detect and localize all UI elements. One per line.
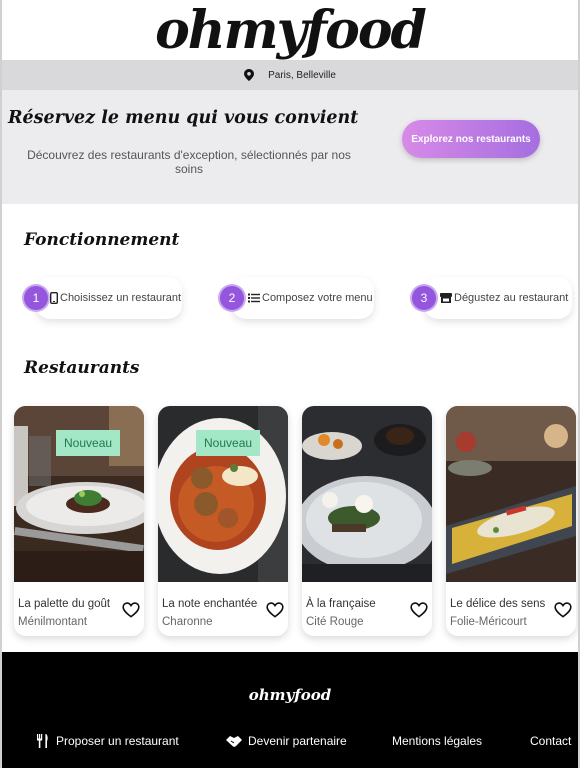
heart-icon[interactable] bbox=[410, 602, 428, 618]
step-label: Composez votre menu bbox=[262, 292, 373, 304]
handshake-icon bbox=[226, 736, 242, 747]
footer-link-label: Mentions légales bbox=[392, 734, 483, 748]
list-icon bbox=[248, 293, 260, 303]
footer-link-label: Contact bbox=[530, 734, 572, 748]
location-text: Paris, Belleville bbox=[268, 69, 336, 81]
store-icon bbox=[440, 293, 452, 303]
how-it-works-title: Fonctionnement bbox=[24, 230, 180, 250]
restaurant-area: Cité Rouge bbox=[306, 616, 364, 628]
mobile-phone-icon bbox=[50, 292, 58, 304]
step-number-2: 2 bbox=[220, 286, 244, 310]
site-header: ohmyfood bbox=[0, 0, 580, 61]
footer-link-legal[interactable]: Mentions légales bbox=[392, 734, 482, 748]
restaurant-name: La note enchantée bbox=[162, 598, 258, 610]
site-footer: ohmyfood Proposer un restaurant Devenir … bbox=[0, 652, 580, 768]
map-pin-icon bbox=[244, 69, 255, 81]
footer-link-label: Devenir partenaire bbox=[248, 734, 347, 748]
restaurant-photo bbox=[302, 406, 432, 582]
footer-link-label: Proposer un restaurant bbox=[56, 734, 179, 748]
restaurants-title: Restaurants bbox=[24, 358, 140, 378]
hero-title: Réservez le menu qui vous convient bbox=[8, 108, 359, 128]
restaurant-card[interactable]: À la française Cité Rouge bbox=[302, 406, 432, 636]
new-badge: Nouveau bbox=[56, 430, 121, 456]
footer-link-propose-restaurant[interactable]: Proposer un restaurant bbox=[36, 734, 179, 748]
step-label: Dégustez au restaurant bbox=[454, 292, 569, 304]
footer-link-become-partner[interactable]: Devenir partenaire bbox=[226, 734, 347, 748]
restaurant-area: Charonne bbox=[162, 616, 213, 628]
new-badge: Nouveau bbox=[196, 430, 261, 456]
heart-icon[interactable] bbox=[122, 602, 140, 618]
hero-section: Réservez le menu qui vous convient Décou… bbox=[0, 90, 580, 204]
site-logo[interactable]: ohmyfood bbox=[155, 0, 427, 61]
restaurant-name: À la française bbox=[306, 598, 376, 610]
location-bar: Paris, Belleville bbox=[0, 60, 580, 90]
restaurant-card[interactable]: Le délice des sens Folie-Méricourt bbox=[446, 406, 576, 636]
footer-logo: ohmyfood bbox=[248, 686, 332, 704]
restaurant-photo bbox=[446, 406, 576, 582]
restaurant-card[interactable]: Nouveau La palette du goût Ménilmontant bbox=[14, 406, 144, 636]
heart-icon[interactable] bbox=[554, 602, 572, 618]
restaurant-area: Ménilmontant bbox=[18, 616, 88, 628]
step-label: Choisissez un restaurant bbox=[60, 292, 182, 304]
restaurant-name: La palette du goût bbox=[18, 598, 111, 610]
restaurant-card[interactable]: Nouveau La note enchantée Charonne bbox=[158, 406, 288, 636]
step-card-3: Dégustez au restaurant bbox=[424, 277, 572, 319]
step-number-3: 3 bbox=[412, 286, 436, 310]
heart-icon[interactable] bbox=[266, 602, 284, 618]
restaurant-area: Folie-Méricourt bbox=[450, 616, 527, 628]
explore-restaurants-button[interactable]: Explorez nos restaurants bbox=[402, 120, 540, 158]
hero-subtitle: Découvrez des restaurants d'exception, s… bbox=[27, 148, 351, 176]
step-number-1: 1 bbox=[24, 286, 48, 310]
step-card-1: Choisissez un restaurant bbox=[36, 277, 182, 319]
restaurant-name: Le délice des sens bbox=[450, 598, 546, 610]
step-card-2: Composez votre menu bbox=[232, 277, 374, 319]
utensils-icon bbox=[37, 734, 48, 748]
footer-link-contact[interactable]: Contact bbox=[530, 734, 571, 748]
